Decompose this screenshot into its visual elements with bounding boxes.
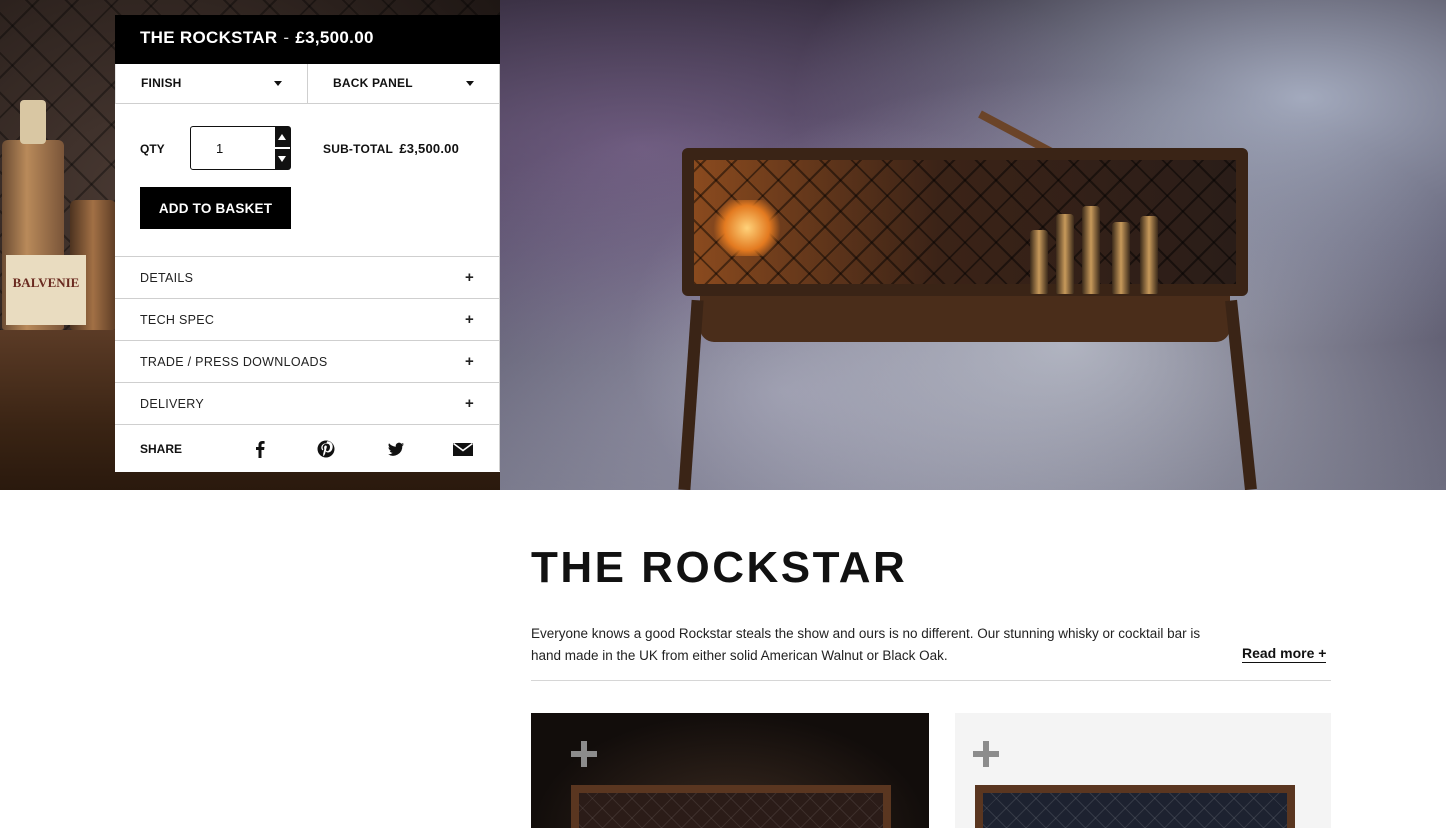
bar-bottle [1056,214,1074,294]
bar-shelf [700,296,1230,342]
gallery-image-walnut[interactable] [531,713,929,828]
back-panel-select[interactable]: BACK PANEL [307,64,499,103]
cabinet-preview [571,785,891,828]
accordion-delivery[interactable]: DELIVERY + [115,383,500,425]
plus-icon: + [464,311,474,328]
product-panel: THE ROCKSTAR - £3,500.00 FINISH BACK PANEL… [115,15,500,472]
product-description: Everyone knows a good Rockstar steals th… [531,626,1201,663]
add-to-basket-button[interactable]: ADD TO BASKET [140,187,291,229]
lamp-glow [712,200,782,256]
twitter-icon[interactable] [385,438,407,460]
option-selectors: FINISH BACK PANEL [115,64,500,104]
accordion-details[interactable]: DETAILS + [115,257,500,299]
accordion-label: DETAILS [140,271,194,285]
read-more-link[interactable]: Read more + [1242,645,1327,663]
bar-bottle [1140,216,1158,294]
product-name: THE ROCKSTAR [140,28,278,47]
hero-product-image [500,0,1446,490]
product-header: THE ROCKSTAR - £3,500.00 [115,15,500,64]
back-panel-select-label: BACK PANEL [333,76,413,90]
accordion-label: TRADE / PRESS DOWNLOADS [140,355,328,369]
accordion-label: DELIVERY [140,397,205,411]
caret-down-icon [274,81,282,86]
page-title: THE ROCKSTAR [531,543,908,592]
gallery-image-black-oak[interactable] [955,713,1331,828]
facebook-icon[interactable] [249,438,271,460]
qty-label: QTY [140,142,165,156]
finish-select[interactable]: FINISH [116,64,307,103]
purchase-section: QTY 1 SUB-TOTAL £3,500.00 ADD TO BASKET [115,104,500,257]
product-price: £3,500.00 [295,28,374,47]
plus-icon: + [464,269,474,286]
bar-bottle [1030,230,1048,294]
price-separator: - [283,28,290,47]
caret-down-icon [466,81,474,86]
plus-zoom-icon[interactable] [973,741,999,767]
bar-bottle [1112,222,1130,294]
plus-icon: + [464,395,474,412]
bar-leg [678,299,704,490]
accordion-trade-press-downloads[interactable]: TRADE / PRESS DOWNLOADS + [115,341,500,383]
subtotal: SUB-TOTAL £3,500.00 [323,141,459,156]
subtotal-label: SUB-TOTAL [323,142,393,156]
quantity-input[interactable]: 1 [190,126,291,170]
accordion-tech-spec[interactable]: TECH SPEC + [115,299,500,341]
bar-leg [1225,299,1257,490]
pinterest-icon[interactable] [315,438,337,460]
subtotal-amount: £3,500.00 [399,141,459,156]
finish-select-label: FINISH [141,76,182,90]
bar-bottle [1082,206,1100,294]
bottle-label: BALVENIE [6,255,86,325]
share-label: SHARE [140,442,183,456]
share-bar: SHARE [115,425,500,471]
quantity-stepper [275,127,290,169]
increment-arrow-icon[interactable] [278,134,286,140]
plus-zoom-icon[interactable] [571,741,597,767]
accordion-label: TECH SPEC [140,313,215,327]
plus-icon: + [464,353,474,370]
quantity-value[interactable]: 1 [216,141,223,156]
decrement-arrow-icon[interactable] [278,156,286,162]
divider [531,680,1331,681]
email-icon[interactable] [452,438,474,460]
cabinet-preview [975,785,1295,828]
